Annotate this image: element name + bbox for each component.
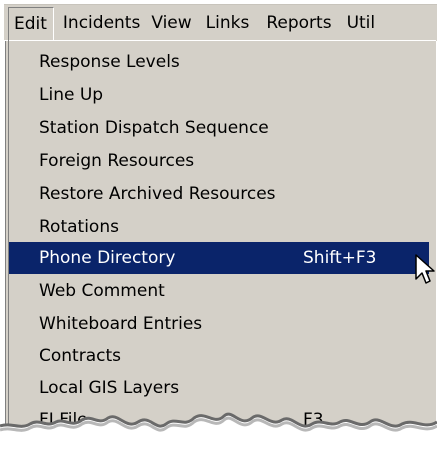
menu-item-web-comment[interactable]: Web Comment [9, 275, 429, 307]
menu-bar: Edit Incidents View Links Reports Util [4, 4, 437, 41]
menu-item-restore-archived-resources[interactable]: Restore Archived Resources [9, 178, 429, 210]
menu-item-label: Line Up [39, 85, 104, 105]
menu-item-label: Whiteboard Entries [39, 314, 203, 334]
menu-util[interactable]: Util [332, 5, 376, 41]
menu-item-rotations[interactable]: Rotations [9, 211, 429, 243]
menu-item-line-up[interactable]: Line Up [9, 79, 429, 111]
menu-item-label: Rotations [39, 217, 119, 237]
menu-item-response-levels[interactable]: Response Levels [9, 46, 429, 78]
menu-item-contracts[interactable]: Contracts [9, 340, 429, 372]
menu-item-label: Web Comment [39, 281, 165, 301]
menu-view[interactable]: View [140, 5, 191, 41]
menu-incidents[interactable]: Incidents [54, 5, 140, 41]
menu-item-whiteboard-entries[interactable]: Whiteboard Entries [9, 308, 429, 340]
menu-reports[interactable]: Reports [249, 5, 331, 41]
menu-item-label: Foreign Resources [39, 151, 195, 171]
menu-item-station-dispatch-sequence[interactable]: Station Dispatch Sequence [9, 112, 429, 144]
menu-edit[interactable]: Edit [8, 6, 54, 41]
menu-links[interactable]: Links [192, 5, 250, 41]
menu-item-label: Contracts [39, 346, 121, 366]
menu-item-label: Restore Archived Resources [39, 184, 276, 204]
menu-item-label: Phone Directory [39, 248, 176, 268]
menu-item-shortcut: Shift+F3 [303, 248, 377, 268]
menu-item-label: Station Dispatch Sequence [39, 118, 269, 138]
menu-item-foreign-resources[interactable]: Foreign Resources [9, 145, 429, 177]
arrow-cursor-icon [415, 254, 435, 284]
torn-edge [0, 412, 437, 462]
screenshot-frame: Edit Incidents View Links Reports Util R… [0, 0, 437, 462]
menu-item-label: Response Levels [39, 52, 180, 72]
menu-item-phone-directory[interactable]: Phone Directory Shift+F3 [9, 242, 429, 274]
